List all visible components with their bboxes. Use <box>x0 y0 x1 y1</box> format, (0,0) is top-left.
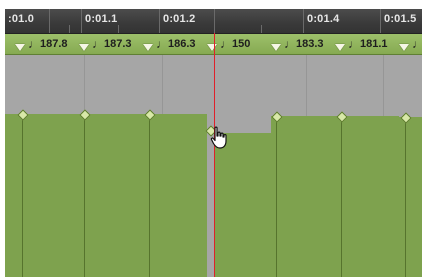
ruler-tick <box>81 9 82 33</box>
tempo-segment[interactable] <box>143 114 207 277</box>
tempo-value: 181.1 <box>360 38 388 50</box>
tempo-marker[interactable]: ♩ 187.3 <box>79 34 132 54</box>
tempo-value: 186.3 <box>168 38 196 50</box>
ruler-tick <box>118 25 119 33</box>
tempo-marker[interactable]: ♩ <box>399 34 422 54</box>
tempo-marker-triangle-icon <box>143 43 153 51</box>
quarter-note-icon: ♩ <box>348 36 360 51</box>
tempo-marker-triangle-icon <box>271 43 281 51</box>
tempo-marker[interactable]: ♩ 181.1 <box>335 34 388 54</box>
ruler-tick <box>214 9 215 33</box>
tempo-segment[interactable] <box>271 116 335 277</box>
segment-divider <box>84 114 85 277</box>
segment-divider <box>276 116 277 277</box>
tempo-marker-triangle-icon <box>79 43 89 51</box>
tempo-marker-triangle-icon <box>335 43 345 51</box>
tempo-segment[interactable] <box>335 116 399 277</box>
tempo-marker[interactable]: ♩ 183.3 <box>271 34 324 54</box>
segment-divider <box>405 117 406 277</box>
segment-divider <box>22 114 23 277</box>
tempo-segment[interactable] <box>79 114 143 277</box>
ruler-tick <box>261 25 262 33</box>
tempo-value: 183.3 <box>296 38 324 50</box>
hand-pointer-icon <box>210 126 230 150</box>
time-ruler[interactable]: :01.0 0:01.1 0:01.2 0:01.4 0:01.5 <box>5 9 422 34</box>
tempo-segment[interactable] <box>5 114 15 277</box>
quarter-note-icon: ♩ <box>284 36 296 51</box>
tempo-segment[interactable] <box>15 114 79 277</box>
tempo-marker-triangle-icon <box>399 43 409 51</box>
quarter-note-icon: ♩ <box>156 36 168 51</box>
tempo-marker[interactable]: ♩ 186.3 <box>143 34 196 54</box>
ruler-tick <box>69 25 70 33</box>
quarter-note-icon: ♩ <box>28 36 40 51</box>
tempo-marker[interactable]: ♩ 187.8 <box>15 34 68 54</box>
tempo-value: 187.8 <box>40 38 68 50</box>
ruler-time-label: 0:01.2 <box>163 13 196 25</box>
ruler-time-label: :01.0 <box>8 13 35 25</box>
playhead[interactable] <box>214 33 215 277</box>
tempo-segment[interactable] <box>214 133 278 277</box>
ruler-tick <box>303 9 304 33</box>
tempo-value: 187.3 <box>104 38 132 50</box>
tempo-value: 150 <box>232 38 251 50</box>
ruler-time-label: 0:01.1 <box>85 13 118 25</box>
ruler-tick <box>159 9 160 33</box>
tempo-marker-triangle-icon <box>15 43 25 51</box>
ruler-tick <box>49 9 50 33</box>
quarter-note-icon: ♩ <box>220 36 232 51</box>
tempo-editor: :01.0 0:01.1 0:01.2 0:01.4 0:01.5 ♩ 187.… <box>0 0 422 277</box>
quarter-note-icon: ♩ <box>412 36 422 51</box>
ruler-time-label: 0:01.4 <box>307 13 340 25</box>
segment-divider <box>341 116 342 277</box>
ruler-time-label: 0:01.5 <box>384 13 417 25</box>
segment-divider <box>149 114 150 277</box>
ruler-tick <box>380 9 381 33</box>
quarter-note-icon: ♩ <box>92 36 104 51</box>
tempo-segment[interactable] <box>399 117 422 277</box>
tempo-marker-triangle-icon <box>207 43 217 51</box>
